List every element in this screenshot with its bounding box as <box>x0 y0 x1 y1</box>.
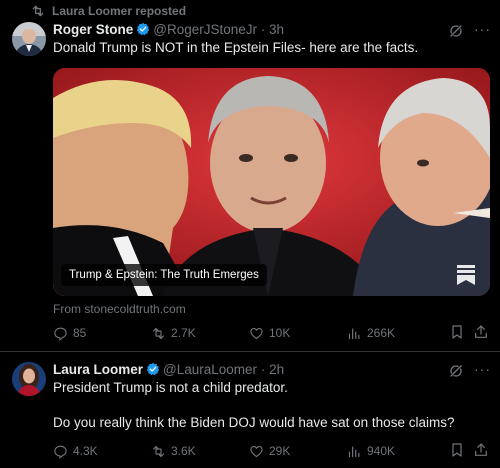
repost-indicator[interactable]: Laura Loomer reposted <box>0 0 500 22</box>
timestamp[interactable]: 3h <box>269 22 284 37</box>
card-image <box>53 68 490 296</box>
substack-logo-icon <box>457 265 475 285</box>
separator-dot: · <box>260 362 266 377</box>
author-name[interactable]: Roger Stone <box>53 22 133 37</box>
link-card[interactable]: Trump & Epstein: The Truth Emerges <box>53 68 490 296</box>
author-handle[interactable]: @LauraLoomer <box>163 362 257 377</box>
card-source[interactable]: From stonecoldtruth.com <box>53 302 186 316</box>
tweet-text: Donald Trump is NOT in the Epstein Files… <box>53 40 419 55</box>
separator-dot: · <box>260 22 266 37</box>
grok-icon[interactable] <box>448 363 464 379</box>
like-count: 10K <box>269 326 291 340</box>
grok-icon[interactable] <box>448 23 464 39</box>
reply-icon <box>54 327 67 341</box>
tweet-text-line-1: President Trump is not a child predator. <box>53 380 288 395</box>
heart-icon <box>250 327 263 339</box>
like-count: 29K <box>269 444 291 458</box>
views-icon <box>348 328 360 339</box>
bookmark-icon[interactable] <box>449 324 465 340</box>
reply-count: 85 <box>73 326 87 340</box>
reply-button[interactable]: 4.3K <box>53 442 98 460</box>
tweet-top-actions: ··· <box>448 362 492 380</box>
views-icon <box>348 446 360 457</box>
share-icon[interactable] <box>473 442 489 458</box>
tweet-divider <box>0 351 500 352</box>
tweet-actions: 85 2.7K 10K 266K <box>53 324 490 342</box>
avatar[interactable] <box>12 22 46 56</box>
tweet-actions: 4.3K 3.6K 29K 940K <box>53 442 490 460</box>
repost-count: 2.7K <box>171 326 196 340</box>
author-handle[interactable]: @RogerJStoneJr <box>153 22 257 37</box>
timestamp[interactable]: 2h <box>269 362 284 377</box>
views-count: 940K <box>367 444 396 458</box>
repost-button[interactable]: 3.6K <box>151 442 196 460</box>
like-button[interactable]: 29K <box>249 442 290 460</box>
bookmark-icon[interactable] <box>449 442 465 458</box>
tweet-header: Roger Stone @RogerJStoneJr · 3h <box>53 22 284 40</box>
verified-badge-icon[interactable] <box>136 22 150 36</box>
views-button[interactable]: 940K <box>347 442 395 460</box>
more-options-icon[interactable]: ··· <box>474 22 490 38</box>
repost-label: Laura Loomer reposted <box>52 4 187 18</box>
repost-icon <box>152 327 165 339</box>
views-button[interactable]: 266K <box>347 324 395 342</box>
heart-icon <box>250 445 263 457</box>
like-button[interactable]: 10K <box>249 324 290 342</box>
repost-icon <box>32 5 44 17</box>
reply-count: 4.3K <box>73 444 98 458</box>
more-options-icon[interactable]: ··· <box>474 362 490 378</box>
repost-count: 3.6K <box>171 444 196 458</box>
tweet-top-actions: ··· <box>448 22 492 40</box>
share-icon[interactable] <box>473 324 489 340</box>
tweet-header: Laura Loomer @LauraLoomer · 2h <box>53 362 284 380</box>
author-name[interactable]: Laura Loomer <box>53 362 143 377</box>
reply-icon <box>54 445 67 459</box>
card-title: Trump & Epstein: The Truth Emerges <box>61 264 267 286</box>
reply-button[interactable]: 85 <box>53 324 86 342</box>
repost-button[interactable]: 2.7K <box>151 324 196 342</box>
tweet-text-line-2: Do you really think the Biden DOJ would … <box>53 415 455 430</box>
verified-badge-icon[interactable] <box>146 362 160 376</box>
repost-icon <box>152 445 165 457</box>
views-count: 266K <box>367 326 396 340</box>
avatar[interactable] <box>12 362 46 396</box>
